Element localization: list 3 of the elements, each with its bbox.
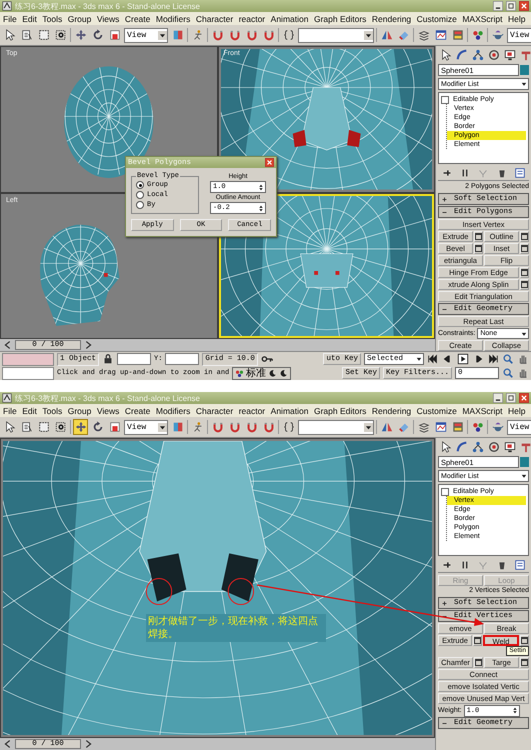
window-title: 练习6-3教程.max - 3ds max 6 - Stand-alone License xyxy=(15,392,201,404)
window-title: 练习6-3教程.max - 3ds max 6 - Stand-alone License xyxy=(15,0,201,12)
annotation-text: 刚才做错了一步，现在补救，将这四点焊接。 xyxy=(146,614,326,642)
